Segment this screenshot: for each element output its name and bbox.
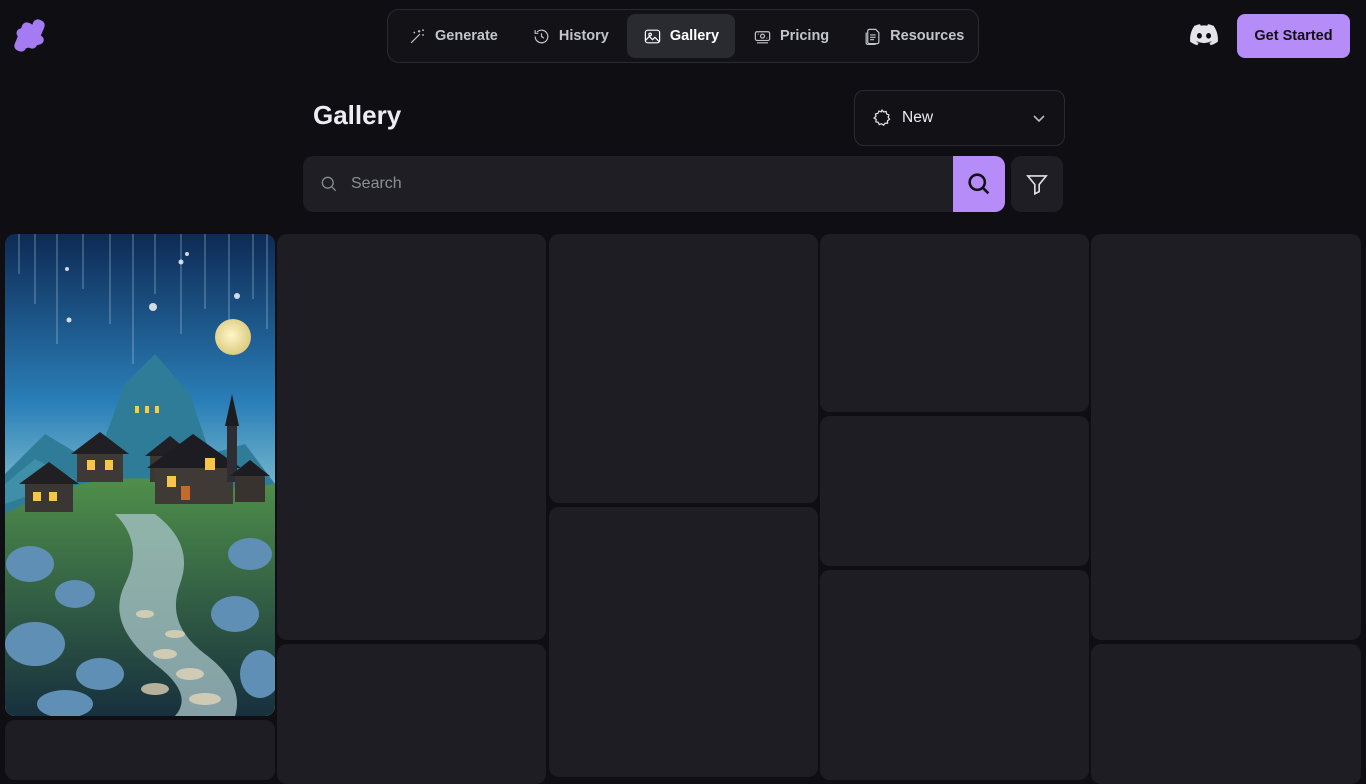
gallery-image-card[interactable]	[277, 234, 546, 640]
gallery-image-card[interactable]	[277, 644, 546, 784]
hash-logo-icon[interactable]	[14, 14, 46, 58]
gallery-image-card[interactable]	[1091, 644, 1361, 784]
search-bar	[303, 156, 954, 212]
magic-wand-icon	[410, 28, 424, 43]
money-icon	[754, 30, 771, 43]
get-started-button[interactable]: Get Started	[1237, 14, 1350, 58]
gallery-image-card[interactable]	[549, 234, 818, 503]
sort-selected-value: New	[902, 109, 934, 126]
gear-icon	[873, 108, 891, 127]
gallery-image-card[interactable]	[820, 570, 1089, 780]
nav-item-label: History	[558, 28, 609, 44]
search-icon	[321, 176, 337, 192]
document-icon	[865, 28, 880, 45]
nav-item-label: Pricing	[780, 28, 830, 44]
filter-icon	[1026, 175, 1048, 196]
sort-dropdown[interactable]: New	[854, 90, 1065, 146]
discord-icon[interactable]	[1190, 24, 1218, 46]
filter-button[interactable]	[1011, 156, 1063, 212]
main-nav: Generate History Gallery Pricing Resourc…	[387, 9, 979, 63]
nav-item-label: Resources	[890, 28, 965, 44]
image-icon	[644, 29, 661, 43]
nav-item-generate[interactable]: Generate	[392, 14, 514, 58]
gallery-image-card[interactable]	[549, 507, 818, 777]
search-input[interactable]	[351, 156, 954, 212]
nav-item-label: Generate	[435, 28, 498, 44]
history-clock-icon	[534, 29, 549, 43]
page-title: Gallery	[313, 100, 402, 130]
nav-item-label: Gallery	[669, 28, 720, 44]
gallery-image-card[interactable]	[5, 234, 275, 716]
search-button[interactable]	[953, 156, 1005, 212]
chevron-down-icon	[1033, 115, 1045, 123]
nav-item-pricing[interactable]: Pricing	[737, 14, 845, 58]
nav-item-resources[interactable]: Resources	[847, 14, 980, 58]
nav-item-history[interactable]: History	[516, 14, 625, 58]
gallery-image-card[interactable]	[820, 416, 1089, 566]
gallery-image-card[interactable]	[5, 720, 275, 780]
nav-item-gallery[interactable]: Gallery	[626, 14, 736, 58]
gallery-image-card[interactable]	[1091, 234, 1361, 640]
search-icon	[968, 173, 990, 195]
gallery-image-card[interactable]	[820, 234, 1089, 412]
village-night-image	[5, 234, 275, 716]
